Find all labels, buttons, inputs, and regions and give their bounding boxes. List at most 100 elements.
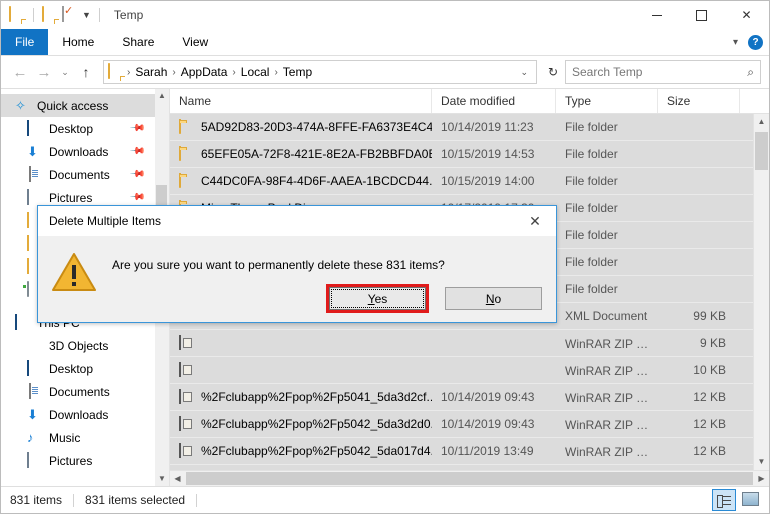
pin-icon-2: 📌 <box>128 143 146 160</box>
table-row[interactable]: %2Fclubapp%2Fpop%2Fp5041_5da3d2cf... 10/… <box>170 384 769 411</box>
column-header-name[interactable]: Name <box>170 89 432 113</box>
sidebar-item-3d-objects[interactable]: 3D Objects <box>1 334 169 357</box>
address-bar: ← → ⌄ ↑ › Sarah › AppData › Local › Temp… <box>1 56 769 88</box>
file-type: WinRAR ZIP 压缩... <box>565 390 658 405</box>
file-name-cell: 5AD92D83-20D3-474A-8FFE-FA6373E4C493 <box>170 119 432 135</box>
sidebar-item-downloads[interactable]: ⬇ Downloads 📌 <box>1 140 169 163</box>
table-row[interactable]: %2Fclubapp%2Fpop%2Fp5042_5da3d2d0... 10/… <box>170 411 769 438</box>
breadcrumb: › Sarah › AppData › Local › Temp <box>126 65 516 79</box>
list-scrollbar[interactable]: ▲ ▼ <box>753 114 769 470</box>
file-type: File folder <box>565 228 618 242</box>
sidebar-item-desktop-pc[interactable]: Desktop <box>1 357 169 380</box>
table-row[interactable]: WinRAR ZIP 压缩... 9 KB <box>170 330 769 357</box>
address-dropdown-icon[interactable]: ⌄ <box>516 67 532 78</box>
table-row[interactable]: 5AD92D83-20D3-474A-8FFE-FA6373E4C493 10/… <box>170 114 769 141</box>
dialog-title: Delete Multiple Items <box>49 214 162 228</box>
tab-share[interactable]: Share <box>108 29 168 55</box>
nav-scroll-down-icon[interactable]: ▼ <box>155 472 169 486</box>
dialog-message: Are you sure you want to permanently del… <box>112 258 445 272</box>
chevron-down-icon[interactable]: ▾ <box>733 37 738 48</box>
list-scroll-up-icon[interactable]: ▲ <box>754 114 769 130</box>
yes-rest: es <box>374 291 388 306</box>
yes-button[interactable]: Yes <box>326 284 429 313</box>
breadcrumb-item-appdata[interactable]: AppData <box>178 65 231 79</box>
sidebar-item-documents-pc[interactable]: Documents <box>1 380 169 403</box>
tiles-view-button[interactable] <box>739 489 761 509</box>
sidebar-label-3d-objects: 3D Objects <box>49 338 109 353</box>
folder-icon[interactable] <box>9 6 25 23</box>
quick-access-toolbar: ▼ <box>1 6 104 23</box>
folder-icon <box>179 173 195 189</box>
hscroll-left-icon[interactable]: ◀ <box>170 474 185 483</box>
refresh-button[interactable]: ↻ <box>543 61 563 83</box>
document-icon-2 <box>27 382 43 400</box>
properties-icon[interactable] <box>62 6 78 23</box>
nav-scroll-up-icon[interactable]: ▲ <box>155 89 169 103</box>
dialog-close-button[interactable]: ✕ <box>514 206 556 236</box>
hscroll-right-icon[interactable]: ▶ <box>754 474 769 483</box>
sidebar-item-desktop[interactable]: Desktop 📌 <box>1 117 169 140</box>
table-row[interactable]: WinRAR ZIP 压缩... 10 KB <box>170 357 769 384</box>
search-box[interactable]: Search Temp ⌕ <box>565 60 761 84</box>
breadcrumb-item-temp[interactable]: Temp <box>280 65 315 79</box>
file-date: 10/14/2019 09:43 <box>441 417 535 431</box>
sidebar-label-desktop: Desktop <box>49 121 94 136</box>
minimize-button[interactable] <box>634 1 679 29</box>
sidebar-item-quick-access[interactable]: ✧ Quick access <box>1 94 169 117</box>
forward-button[interactable]: → <box>33 61 55 83</box>
search-input[interactable]: Search Temp <box>572 65 747 79</box>
sidebar-item-documents[interactable]: Documents 📌 <box>1 163 169 186</box>
breadcrumb-separator-2[interactable]: › <box>231 67 236 78</box>
new-folder-icon[interactable] <box>42 6 58 23</box>
sidebar-item-music[interactable]: ♪ Music <box>1 426 169 449</box>
table-row[interactable]: C44DC0FA-98F4-4D6F-AAEA-1BCDCD44... 10/1… <box>170 168 769 195</box>
table-row[interactable]: %2Fclubapp%2Fpop%2Fp5042_5da017d4... 10/… <box>170 438 769 465</box>
no-rest: o <box>494 291 502 306</box>
list-scroll-thumb[interactable] <box>755 132 768 170</box>
sidebar-item-pictures-pc[interactable]: Pictures <box>1 449 169 472</box>
file-size: 12 KB <box>693 444 726 458</box>
breadcrumb-bar[interactable]: › Sarah › AppData › Local › Temp ⌄ <box>103 60 537 84</box>
column-headers: Name Date modified Type Size <box>170 89 769 114</box>
ribbon-tabs: File Home Share View ▾ ? <box>1 29 769 56</box>
back-button[interactable]: ← <box>9 61 31 83</box>
breadcrumb-item-sarah[interactable]: Sarah <box>132 65 170 79</box>
sidebar-label-downloads: Downloads <box>49 144 109 159</box>
breadcrumb-separator-3[interactable]: › <box>273 67 278 78</box>
pin-icon: 📌 <box>128 120 146 137</box>
no-button[interactable]: No <box>445 287 542 310</box>
help-icon[interactable]: ? <box>748 34 763 50</box>
file-name-cell: %2Fclubapp%2Fpop%2Fp5042_5da3d2d0... <box>170 416 432 432</box>
download-icon: ⬇ <box>27 143 38 159</box>
close-icon: ✕ <box>741 8 752 22</box>
recent-locations-button[interactable]: ⌄ <box>57 61 73 83</box>
file-date: 10/11/2019 13:49 <box>441 444 534 458</box>
file-name-cell: C44DC0FA-98F4-4D6F-AAEA-1BCDCD44... <box>170 173 432 189</box>
tab-file[interactable]: File <box>1 29 49 55</box>
hscroll-thumb[interactable] <box>186 472 753 485</box>
breadcrumb-separator-1[interactable]: › <box>171 67 176 78</box>
list-scroll-down-icon[interactable]: ▼ <box>754 454 769 470</box>
winrar-icon <box>179 362 195 378</box>
sidebar-label-documents-pc: Documents <box>49 384 110 399</box>
folder-icon <box>179 119 195 135</box>
column-header-date-modified[interactable]: Date modified <box>432 89 556 113</box>
warning-icon <box>52 252 96 292</box>
breadcrumb-item-local[interactable]: Local <box>238 65 273 79</box>
sidebar-item-downloads-pc[interactable]: ⬇ Downloads <box>1 403 169 426</box>
up-button[interactable]: ↑ <box>75 61 97 83</box>
column-header-size[interactable]: Size <box>658 89 740 113</box>
details-view-button[interactable] <box>712 489 736 511</box>
star-icon: ✧ <box>15 97 26 113</box>
yes-mnemonic: Y <box>367 291 375 306</box>
maximize-button[interactable] <box>679 1 724 29</box>
horizontal-scrollbar[interactable]: ◀ ▶ <box>170 470 769 486</box>
tab-view[interactable]: View <box>168 29 222 55</box>
table-row[interactable]: 65EFE05A-72F8-421E-8E2A-FB2BBFDA0B8D 10/… <box>170 141 769 168</box>
window-title: Temp <box>113 8 144 22</box>
column-header-type[interactable]: Type <box>556 89 658 113</box>
tab-home[interactable]: Home <box>48 29 108 55</box>
close-button[interactable]: ✕ <box>724 1 769 29</box>
pin-icon-4: 📌 <box>128 189 146 206</box>
customize-caret-icon[interactable]: ▼ <box>82 10 91 20</box>
